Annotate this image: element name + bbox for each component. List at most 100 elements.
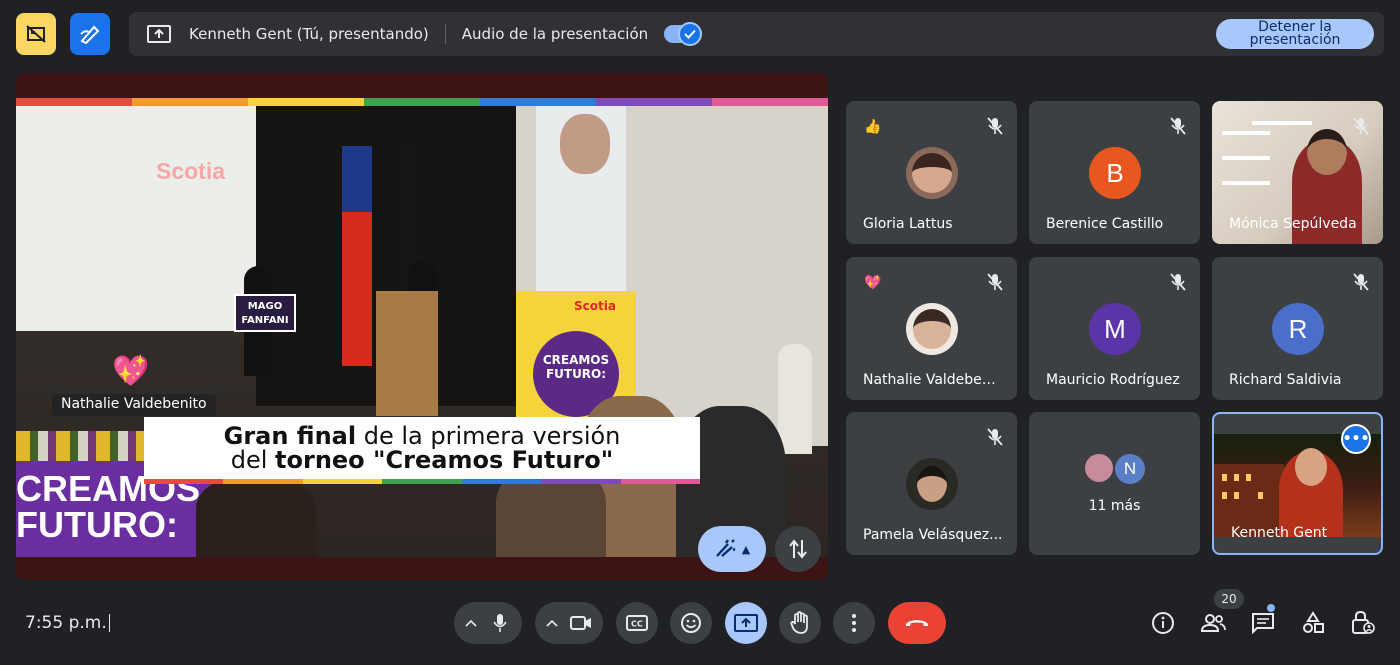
- lock-person-icon: [1352, 610, 1375, 634]
- participant-name: Berenice Castillo: [1046, 216, 1164, 232]
- mago-sign: MAGO FANFANI: [234, 294, 296, 332]
- microphone-icon[interactable]: [482, 605, 518, 641]
- participant-name: Mónica Sepúlveda: [1229, 216, 1357, 232]
- stripe-segment: [144, 479, 224, 484]
- emoji-icon: [681, 613, 701, 633]
- sign-circle-line2: FUTURO:: [545, 367, 607, 381]
- mic-muted-icon: [1170, 273, 1186, 295]
- mic-muted-icon: [1170, 117, 1186, 139]
- present-screen-icon: [147, 25, 171, 43]
- participant-tile[interactable]: M Mauricio Rodríguez: [1029, 257, 1200, 400]
- sparkling-heart-icon: 💖: [864, 275, 882, 291]
- stripe-segment: [132, 98, 248, 106]
- more-participants-tile[interactable]: N 11 más: [1029, 412, 1200, 555]
- meeting-info-button[interactable]: [1150, 610, 1176, 636]
- avatar: [906, 303, 958, 355]
- reactions-button[interactable]: ▲: [698, 526, 766, 572]
- participant-tile[interactable]: B Berenice Castillo: [1029, 101, 1200, 244]
- host-controls-button[interactable]: [1350, 610, 1376, 636]
- stop-presenting-button[interactable]: Detener la presentación: [1216, 19, 1374, 49]
- video-caption: Gran final de la primera versión del tor…: [144, 417, 700, 479]
- info-icon: [1152, 612, 1174, 634]
- clock-divider: [109, 614, 110, 632]
- mic-control[interactable]: [454, 602, 522, 644]
- heart-reaction-icon: 💖: [112, 354, 150, 389]
- chevron-up-icon[interactable]: [541, 619, 563, 627]
- more-vert-icon: [852, 614, 856, 632]
- avatar: B: [1089, 147, 1141, 199]
- caption-pre-2: del: [230, 446, 276, 474]
- mic-muted-icon: [987, 428, 1003, 450]
- color-stripe: [16, 98, 828, 106]
- mic-muted-icon: [1353, 117, 1369, 139]
- caption-bold-2: torneo "Creamos Futuro": [275, 446, 614, 474]
- mago-line1: MAGO: [247, 301, 283, 312]
- bar-divider: [444, 24, 446, 44]
- hangup-phone-icon: [905, 620, 929, 626]
- presentation-stage: Scotia MAGO FANFANI Scotia CREAMOS FUTUR…: [16, 73, 828, 580]
- avatar: M: [1089, 303, 1141, 355]
- participant-tile[interactable]: R Richard Saldivia: [1212, 257, 1383, 400]
- avatar: [906, 147, 958, 199]
- mic-muted-icon: [987, 117, 1003, 139]
- projector-screen: Scotia: [16, 106, 256, 331]
- woman-standing: [778, 344, 812, 454]
- stripe-segment: [248, 98, 364, 106]
- present-button[interactable]: [725, 602, 767, 644]
- hide-tiles-button[interactable]: [16, 13, 56, 55]
- avatar: R: [1272, 303, 1324, 355]
- hand-icon: [790, 611, 808, 634]
- annotate-pen-icon: [80, 25, 100, 44]
- camera-control[interactable]: [535, 602, 603, 644]
- speaker-name-chip: Nathalie Valdebenito: [52, 394, 216, 416]
- audio-toggle[interactable]: [664, 22, 703, 46]
- more-avatars: N: [1083, 450, 1153, 486]
- annotate-button[interactable]: [70, 13, 110, 55]
- svg-text:CC: CC: [631, 620, 643, 629]
- presentation-video: Scotia MAGO FANFANI Scotia CREAMOS FUTUR…: [16, 106, 828, 557]
- captions-icon: CC: [626, 615, 648, 631]
- mic-muted-icon: [1353, 273, 1369, 295]
- more-options-icon[interactable]: •••: [1341, 424, 1371, 454]
- stripe-segment: [712, 98, 828, 106]
- presenting-bar: Kenneth Gent (Tú, presentando) Audio de …: [129, 12, 1384, 56]
- mini-avatar-initial: N: [1113, 452, 1147, 486]
- participant-name: Richard Saldivia: [1229, 372, 1342, 388]
- leave-call-button[interactable]: [888, 602, 946, 644]
- reaction-burst-icon: [715, 539, 736, 557]
- participant-tile[interactable]: Mónica Sepúlveda: [1212, 101, 1383, 244]
- stripe-segment: [223, 479, 303, 484]
- stripe-segment: [541, 479, 621, 484]
- stripe-segment: [480, 98, 596, 106]
- chevron-up-icon[interactable]: [460, 619, 482, 627]
- people-icon: [1200, 614, 1226, 632]
- participant-tile[interactable]: 💖 Nathalie Valdeben...: [846, 257, 1017, 400]
- chat-notification-dot: [1267, 604, 1275, 612]
- activities-button[interactable]: [1300, 610, 1326, 636]
- swap-layout-button[interactable]: [775, 526, 821, 572]
- check-icon: [678, 22, 703, 46]
- participant-name: Pamela Velásquez...: [863, 527, 1003, 543]
- chat-button[interactable]: [1250, 610, 1276, 636]
- people-button[interactable]: [1200, 610, 1226, 636]
- sign-circle-line1: CREAMOS: [542, 353, 610, 367]
- caret-up-icon: ▲: [741, 542, 751, 556]
- participant-name: Mauricio Rodríguez: [1046, 372, 1180, 388]
- emoji-button[interactable]: [670, 602, 712, 644]
- podium: [376, 291, 438, 416]
- sign-brand: Scotia: [574, 299, 616, 313]
- people-count-badge: 20: [1214, 589, 1244, 609]
- raise-hand-button[interactable]: [779, 602, 821, 644]
- big-sign-line2: FUTURO:: [16, 504, 178, 545]
- self-tile[interactable]: ••• Kenneth Gent: [1212, 412, 1383, 555]
- participant-name: Nathalie Valdeben...: [863, 372, 1003, 388]
- screen-brand: Scotia: [156, 158, 226, 184]
- audience-head: [196, 476, 316, 557]
- captions-button[interactable]: CC: [616, 602, 658, 644]
- stripe-segment: [620, 479, 700, 484]
- camera-icon[interactable]: [563, 605, 599, 641]
- participant-tile[interactable]: 👍 Gloria Lattus: [846, 101, 1017, 244]
- stripe-segment: [302, 479, 383, 484]
- more-options-button[interactable]: [833, 602, 875, 644]
- participant-tile[interactable]: Pamela Velásquez...: [846, 412, 1017, 555]
